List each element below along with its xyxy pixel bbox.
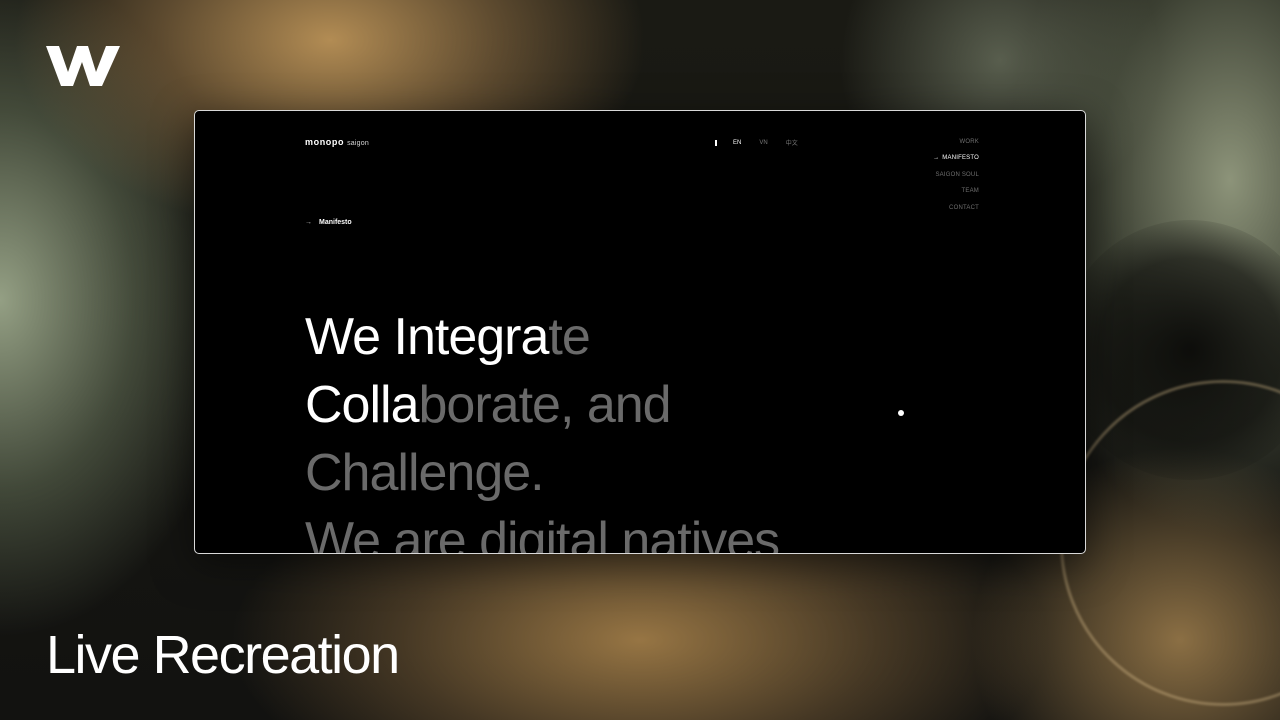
brand-sub: saigon <box>347 140 369 147</box>
hero-heading: We Integrate Collaborate, and Challenge.… <box>305 303 780 554</box>
language-indicator <box>715 139 717 146</box>
nav-label: MANIFESTO <box>942 155 979 162</box>
cursor-dot <box>898 410 904 416</box>
hero-text-pending: borate, and <box>418 376 672 434</box>
breadcrumb: → Manifesto <box>305 219 352 226</box>
main-nav: WORK → MANIFESTO SAIGON SOUL TEAM CONTACT <box>933 138 979 220</box>
site-logo[interactable]: monopo saigon <box>305 137 369 147</box>
hero-line-4: We are digital natives <box>305 507 780 554</box>
nav-item-work[interactable]: WORK <box>933 138 979 154</box>
video-caption: Live Recreation <box>46 625 400 685</box>
lang-en[interactable]: EN <box>733 140 741 146</box>
hero-text-revealed: Colla <box>305 376 419 434</box>
hero-text-pending: Challenge. <box>305 444 545 502</box>
arrow-right-icon: → <box>933 155 940 162</box>
nav-label: CONTACT <box>949 204 979 211</box>
browser-window: monopo saigon EN VN 中文 WORK → MANIFESTO SA… <box>194 110 1086 554</box>
lang-vn[interactable]: VN <box>759 140 767 146</box>
arrow-right-icon: → <box>305 219 312 226</box>
breadcrumb-label: Manifesto <box>319 219 352 226</box>
hero-line-2: Collaborate, and <box>305 371 779 439</box>
nav-item-saigon-soul[interactable]: SAIGON SOUL <box>933 171 979 187</box>
nav-label: SAIGON SOUL <box>935 171 979 178</box>
hero-text-revealed: We Integra <box>305 308 549 366</box>
webflow-logo-icon <box>46 46 120 86</box>
video-frame: Live Recreation monopo saigon EN VN 中文 WO… <box>0 0 1280 720</box>
nav-label: TEAM <box>961 188 979 195</box>
nav-label: WORK <box>959 139 979 145</box>
hero-line-3: Challenge. <box>305 439 779 507</box>
nav-item-contact[interactable]: CONTACT <box>933 204 979 220</box>
language-switcher: EN VN 中文 <box>715 138 816 147</box>
hero-line-1: We Integrate <box>305 303 779 371</box>
brand-name: monopo <box>305 137 345 147</box>
nav-item-manifesto[interactable]: → MANIFESTO <box>933 154 979 170</box>
nav-item-team[interactable]: TEAM <box>933 187 979 203</box>
hero-text-pending: We are digital natives <box>305 512 780 554</box>
lang-zh[interactable]: 中文 <box>786 138 798 147</box>
hero-text-pending: te <box>548 308 590 366</box>
